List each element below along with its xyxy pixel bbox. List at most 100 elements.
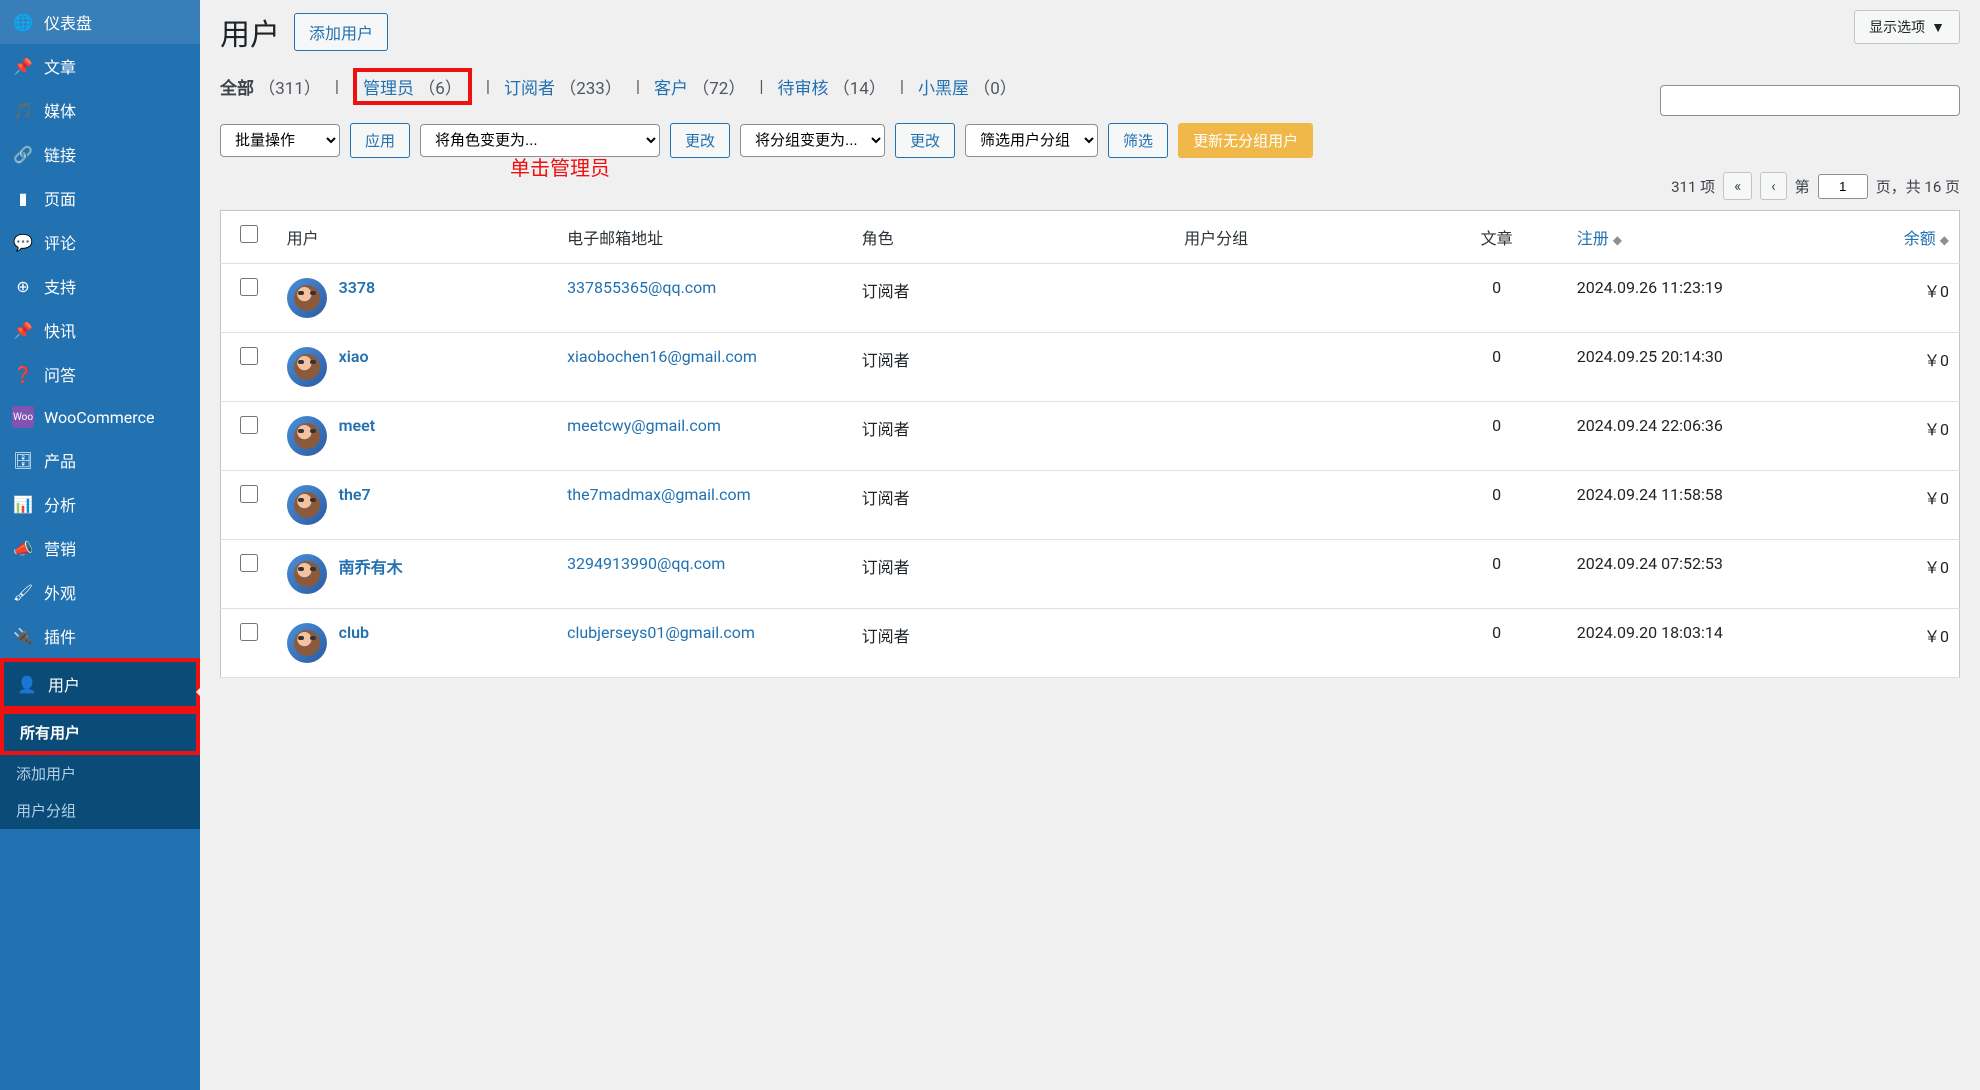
- avatar: [287, 485, 327, 525]
- filter-customer-count: （72）: [692, 79, 745, 99]
- update-ungrouped-button[interactable]: 更新无分组用户: [1178, 123, 1313, 158]
- row-checkbox[interactable]: [240, 554, 258, 572]
- table-row: 3378 337855365@qq.com 订阅者 0 2024.09.26 1…: [221, 264, 1960, 333]
- column-user[interactable]: 用户: [277, 211, 557, 264]
- sidebar-item-support[interactable]: ⊕支持: [0, 264, 200, 308]
- role-cell: 订阅者: [852, 333, 1175, 402]
- search-input[interactable]: [1660, 85, 1960, 116]
- group-cell: [1174, 609, 1426, 678]
- sidebar-item-label: 插件: [44, 624, 76, 648]
- email-link[interactable]: xiaobochen16@gmail.com: [567, 347, 757, 366]
- balance-cell: ￥0: [1847, 540, 1959, 609]
- change-group-select[interactable]: 将分组变更为...: [740, 124, 885, 157]
- sidebar-item-analytics[interactable]: 📊分析: [0, 482, 200, 526]
- change-role-button[interactable]: 更改: [670, 123, 730, 158]
- sidebar-item-pages[interactable]: ▮页面: [0, 176, 200, 220]
- submenu-add-user[interactable]: 添加用户: [0, 755, 200, 792]
- screen-options-toggle[interactable]: 显示选项▼: [1854, 10, 1960, 44]
- submenu-all-users[interactable]: 所有用户: [0, 710, 200, 755]
- sidebar-item-links[interactable]: 🔗 链接: [0, 132, 200, 176]
- user-link[interactable]: the7: [339, 485, 371, 504]
- group-cell: [1174, 333, 1426, 402]
- prev-page-button[interactable]: ‹: [1760, 172, 1787, 200]
- sidebar-item-label: 媒体: [44, 98, 76, 122]
- posts-cell: 0: [1427, 540, 1567, 609]
- link-icon: 🔗: [12, 143, 34, 165]
- avatar: [287, 623, 327, 663]
- email-link[interactable]: clubjerseys01@gmail.com: [567, 623, 755, 642]
- current-page-input[interactable]: [1818, 174, 1868, 199]
- balance-cell: ￥0: [1847, 609, 1959, 678]
- sidebar-item-users[interactable]: 👤用户: [4, 662, 196, 706]
- column-balance[interactable]: 余额◆: [1847, 211, 1959, 264]
- sidebar-item-marketing[interactable]: 📣 营销: [0, 526, 200, 570]
- registered-cell: 2024.09.25 20:14:30: [1567, 333, 1847, 402]
- sidebar-item-label: 分析: [44, 492, 76, 516]
- bulk-actions-toolbar: 批量操作 应用 将角色变更为... 更改 将分组变更为... 更改 筛选用户分组…: [220, 123, 1960, 158]
- registered-cell: 2024.09.26 11:23:19: [1567, 264, 1847, 333]
- sidebar-item-label: 链接: [44, 142, 76, 166]
- sidebar-item-qa[interactable]: ❓问答: [0, 352, 200, 396]
- sort-icon: ◆: [1613, 233, 1622, 247]
- sidebar-item-comments[interactable]: 💬评论: [0, 220, 200, 264]
- total-items: 311 项: [1671, 176, 1715, 197]
- filter-group-select[interactable]: 筛选用户分组: [965, 124, 1098, 157]
- sidebar-item-label: 快讯: [44, 318, 76, 342]
- user-link[interactable]: 3378: [339, 278, 376, 297]
- user-link[interactable]: club: [339, 623, 369, 642]
- email-link[interactable]: meetcwy@gmail.com: [567, 416, 721, 435]
- sidebar-item-news[interactable]: 📌快讯: [0, 308, 200, 352]
- email-link[interactable]: 3294913990@qq.com: [567, 554, 725, 573]
- row-checkbox[interactable]: [240, 623, 258, 641]
- select-all-checkbox[interactable]: [240, 225, 258, 243]
- email-link[interactable]: the7madmax@gmail.com: [567, 485, 751, 504]
- registered-cell: 2024.09.20 18:03:14: [1567, 609, 1847, 678]
- table-row: xiao xiaobochen16@gmail.com 订阅者 0 2024.0…: [221, 333, 1960, 402]
- sidebar-item-appearance[interactable]: 🖌外观: [0, 570, 200, 614]
- user-link[interactable]: xiao: [339, 347, 369, 366]
- filter-pending-count: （14）: [833, 79, 886, 99]
- first-page-button[interactable]: «: [1723, 172, 1752, 200]
- sidebar-item-dashboard[interactable]: 🌐仪表盘: [0, 0, 200, 44]
- add-user-button[interactable]: 添加用户: [294, 13, 388, 51]
- filter-customer[interactable]: 客户: [654, 79, 688, 99]
- filter-pending[interactable]: 待审核: [778, 79, 829, 99]
- posts-cell: 0: [1427, 264, 1567, 333]
- email-link[interactable]: 337855365@qq.com: [567, 278, 716, 297]
- change-group-button[interactable]: 更改: [895, 123, 955, 158]
- change-role-select[interactable]: 将角色变更为...: [420, 124, 660, 157]
- submenu-user-groups[interactable]: 用户分组: [0, 792, 200, 829]
- users-submenu: 所有用户 添加用户 用户分组: [0, 710, 200, 829]
- row-checkbox[interactable]: [240, 278, 258, 296]
- sidebar-item-products[interactable]: 🗄产品: [0, 438, 200, 482]
- row-checkbox[interactable]: [240, 347, 258, 365]
- sidebar-item-label: 仪表盘: [44, 10, 92, 34]
- user-link[interactable]: meet: [339, 416, 376, 435]
- filter-subscriber[interactable]: 订阅者: [504, 79, 555, 99]
- avatar: [287, 554, 327, 594]
- bulk-action-select[interactable]: 批量操作: [220, 124, 340, 157]
- row-checkbox[interactable]: [240, 485, 258, 503]
- filter-admin[interactable]: 管理员: [363, 79, 414, 99]
- sidebar-item-plugins[interactable]: 🔌插件: [0, 614, 200, 658]
- marketing-icon: 📣: [12, 537, 34, 559]
- posts-cell: 0: [1427, 333, 1567, 402]
- apply-button[interactable]: 应用: [350, 123, 410, 158]
- sidebar-item-label: 营销: [44, 536, 76, 560]
- row-checkbox[interactable]: [240, 416, 258, 434]
- filter-button[interactable]: 筛选: [1108, 123, 1168, 158]
- sort-icon: ◆: [1940, 233, 1949, 247]
- user-link[interactable]: 南乔有木: [339, 554, 403, 578]
- column-email[interactable]: 电子邮箱地址: [557, 211, 852, 264]
- sidebar-item-woocommerce[interactable]: WooWooCommerce: [0, 396, 200, 438]
- column-registered[interactable]: 注册◆: [1567, 211, 1847, 264]
- filter-all[interactable]: 全部: [220, 79, 254, 99]
- sidebar-item-media[interactable]: 🎵媒体: [0, 88, 200, 132]
- sidebar-item-label: 文章: [44, 54, 76, 78]
- registered-cell: 2024.09.24 22:06:36: [1567, 402, 1847, 471]
- filter-blacklist[interactable]: 小黑屋: [918, 79, 969, 99]
- users-table: 用户 电子邮箱地址 角色 用户分组 文章 注册◆ 余额◆ 3378 337855…: [220, 210, 1960, 678]
- role-cell: 订阅者: [852, 471, 1175, 540]
- sidebar-item-label: 问答: [44, 362, 76, 386]
- sidebar-item-posts[interactable]: 📌文章: [0, 44, 200, 88]
